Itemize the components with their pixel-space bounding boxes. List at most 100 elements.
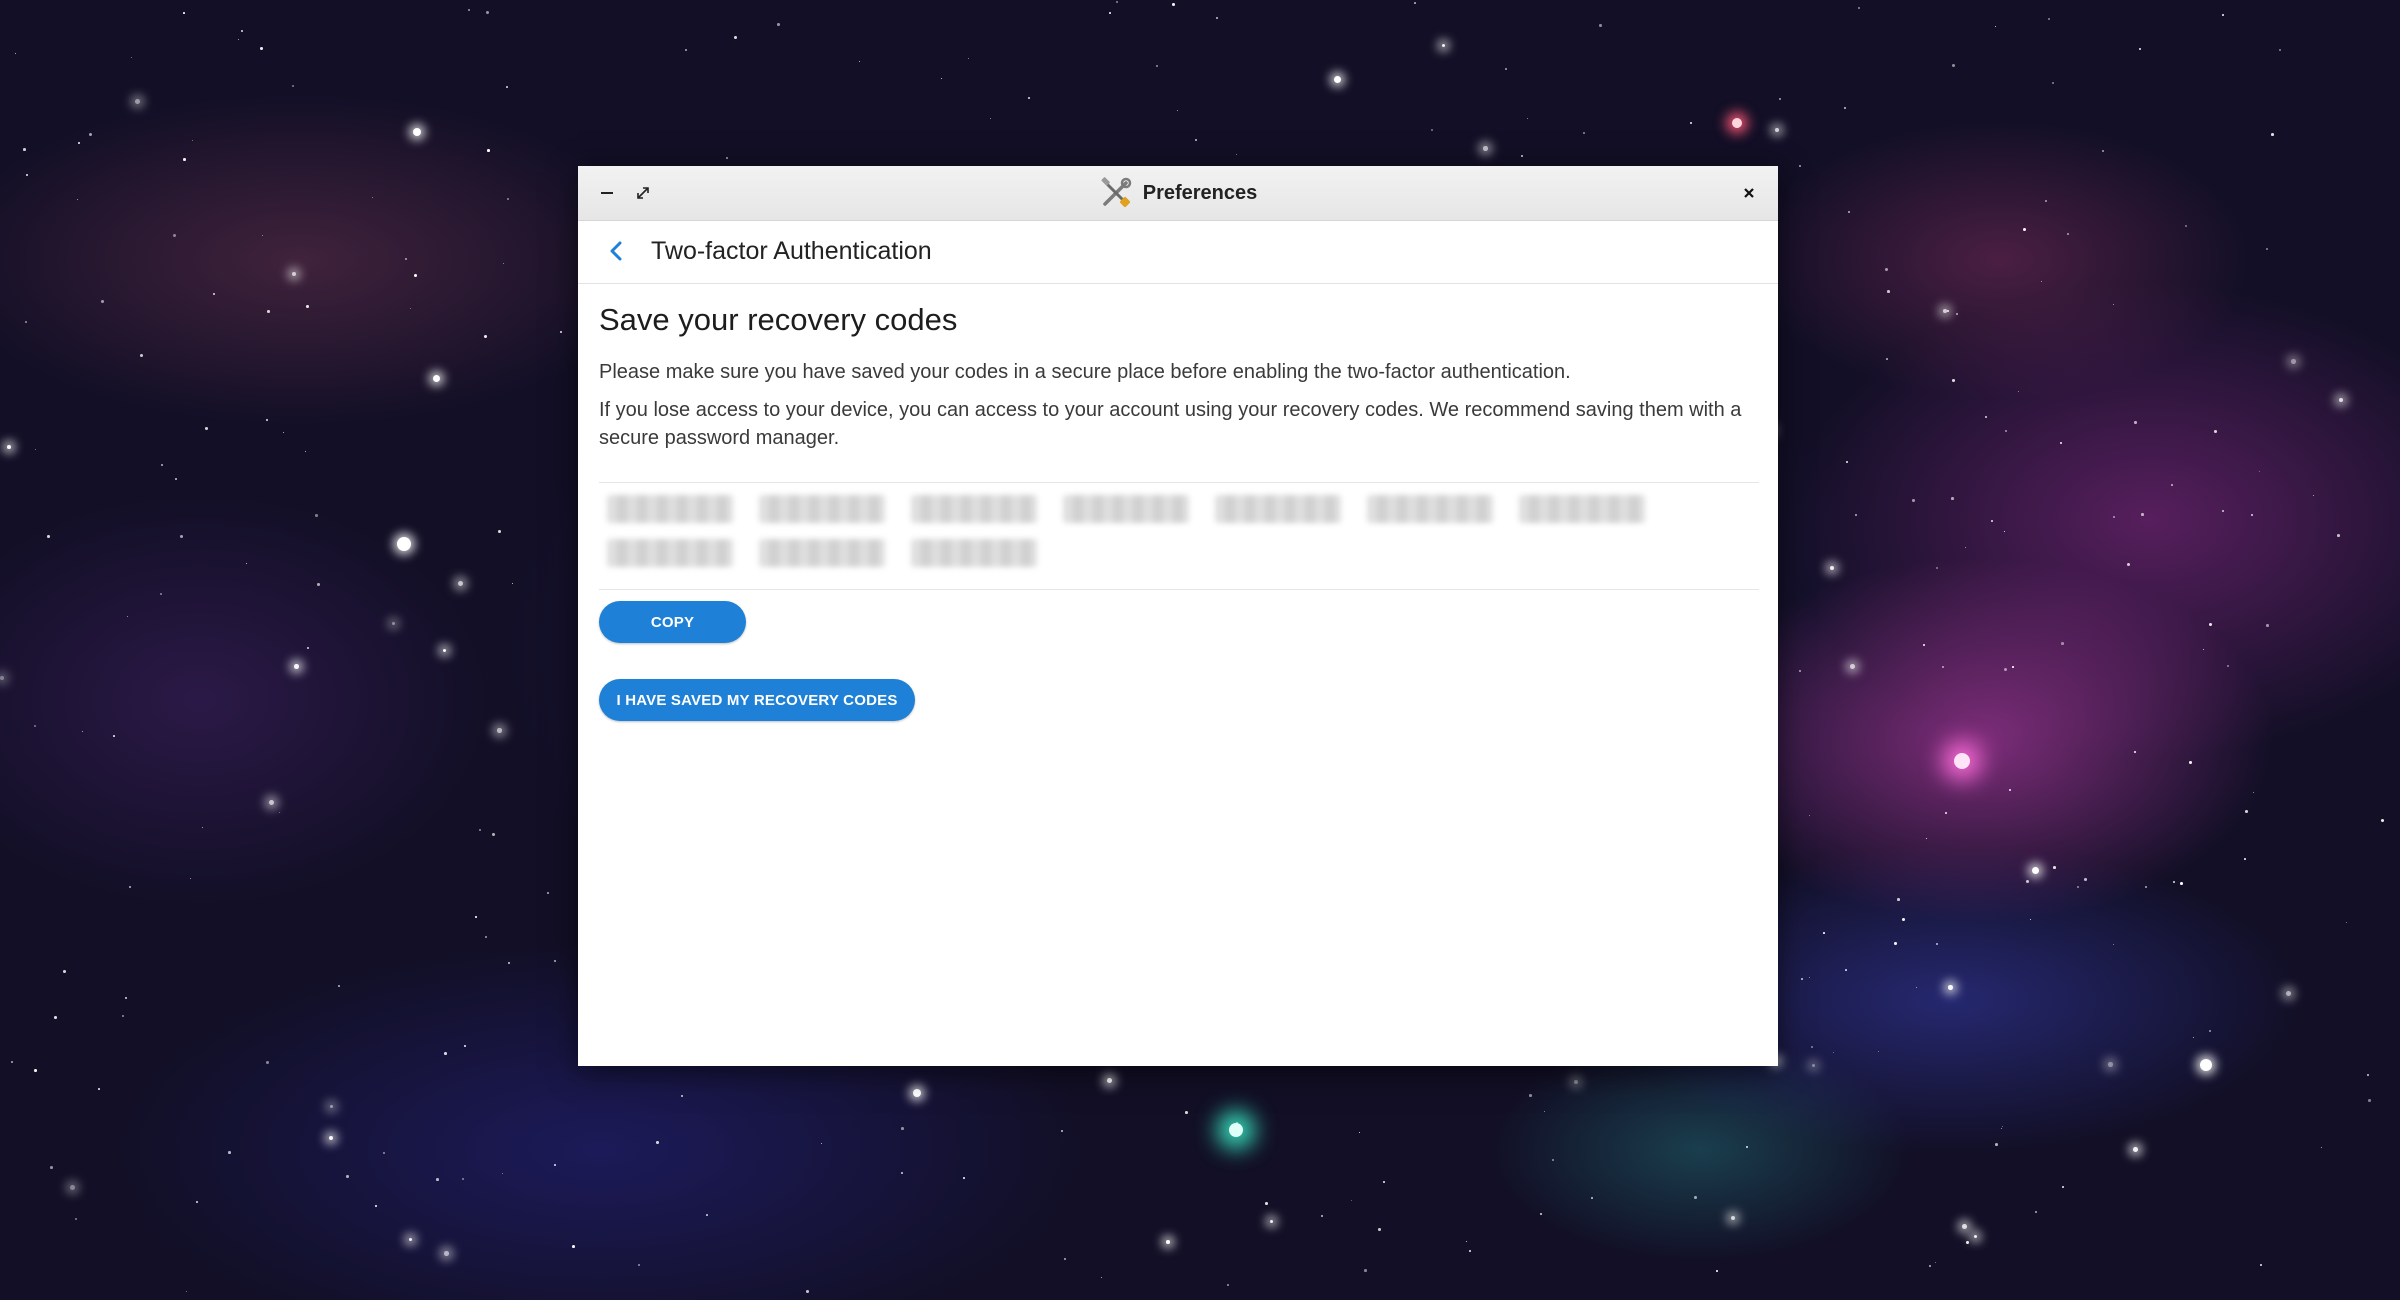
star — [1236, 154, 1238, 156]
recovery-code — [607, 539, 733, 567]
star — [685, 49, 688, 52]
back-button[interactable] — [600, 235, 632, 267]
star — [125, 997, 128, 1000]
star — [656, 1141, 659, 1144]
star — [1995, 1143, 1998, 1146]
star — [1731, 1216, 1736, 1221]
star — [1897, 898, 1900, 901]
star — [2291, 359, 2296, 364]
star — [101, 300, 104, 303]
star — [2127, 563, 2130, 566]
star — [2214, 430, 2217, 433]
star — [405, 258, 407, 260]
star — [1505, 68, 1507, 70]
star — [1952, 64, 1955, 67]
star — [50, 1166, 53, 1169]
star — [1809, 977, 1811, 979]
bright-star — [397, 537, 411, 551]
star — [34, 725, 37, 728]
star — [122, 1015, 125, 1018]
star — [486, 11, 489, 14]
star — [127, 616, 129, 618]
star — [1466, 1241, 1468, 1243]
star — [1414, 2, 1416, 4]
recovery-code — [759, 539, 885, 567]
star — [2227, 665, 2229, 667]
star — [2346, 922, 2348, 924]
star — [436, 1178, 439, 1181]
star — [468, 9, 470, 11]
star — [338, 985, 340, 987]
chevron-left-icon — [610, 241, 622, 261]
star — [2102, 150, 2105, 153]
window-title-group: Preferences — [578, 166, 1778, 220]
star — [1936, 943, 1938, 945]
star — [2185, 225, 2188, 228]
star — [1830, 566, 1835, 571]
star — [346, 1175, 349, 1178]
star — [963, 1177, 965, 1179]
star — [2266, 624, 2269, 627]
star — [329, 1136, 334, 1141]
star — [2060, 442, 2063, 445]
page-title: Two-factor Authentication — [651, 237, 932, 265]
star — [498, 530, 501, 533]
star — [777, 23, 780, 26]
star — [77, 199, 79, 201]
instruction-text: Please make sure you have saved your cod… — [599, 361, 1571, 383]
close-button[interactable] — [1734, 178, 1764, 208]
star — [113, 735, 115, 737]
star — [2260, 1264, 2263, 1267]
star — [2002, 1126, 2003, 1127]
copy-button[interactable]: COPY — [599, 601, 746, 643]
star — [1107, 1078, 1112, 1083]
star — [1846, 461, 1848, 463]
star — [1483, 146, 1488, 151]
star — [26, 174, 29, 177]
star — [462, 1178, 464, 1180]
star — [246, 563, 248, 565]
star — [283, 432, 285, 434]
star — [941, 78, 943, 80]
star — [554, 960, 557, 963]
star — [2203, 649, 2205, 651]
star — [487, 149, 490, 152]
star — [1966, 1241, 1969, 1244]
star — [173, 234, 176, 237]
star — [1540, 1213, 1543, 1216]
star — [1929, 1265, 1932, 1268]
star — [1833, 1052, 1835, 1054]
star — [305, 451, 307, 453]
star — [2041, 281, 2043, 283]
star — [1552, 1159, 1555, 1162]
star — [1690, 122, 1693, 125]
star — [1265, 1202, 1268, 1205]
star — [1177, 110, 1179, 112]
main-content: Save your recovery codes Please make sur… — [599, 302, 1759, 721]
star — [1529, 1094, 1532, 1097]
bright-star — [1229, 1123, 1243, 1137]
star — [2139, 48, 2142, 51]
star — [1799, 670, 1802, 673]
star — [2193, 1037, 2195, 1039]
star — [1694, 1196, 1697, 1199]
star — [2245, 810, 2248, 813]
star — [78, 142, 80, 144]
star — [2018, 391, 2020, 393]
star — [1591, 1197, 1593, 1199]
star — [190, 878, 192, 880]
star — [1809, 815, 1811, 817]
star — [1887, 290, 1890, 293]
recovery-code — [911, 495, 1037, 523]
star — [1823, 932, 1825, 934]
star — [1886, 358, 1888, 360]
star — [901, 1172, 904, 1175]
star — [315, 514, 318, 517]
star — [0, 676, 5, 681]
star — [572, 1245, 575, 1248]
star — [1064, 1258, 1066, 1260]
star — [1583, 132, 1586, 135]
star — [23, 148, 26, 151]
confirm-saved-codes-button[interactable]: I HAVE SAVED MY RECOVERY CODES — [599, 679, 915, 721]
page-header: Two-factor Authentication — [578, 221, 1778, 284]
